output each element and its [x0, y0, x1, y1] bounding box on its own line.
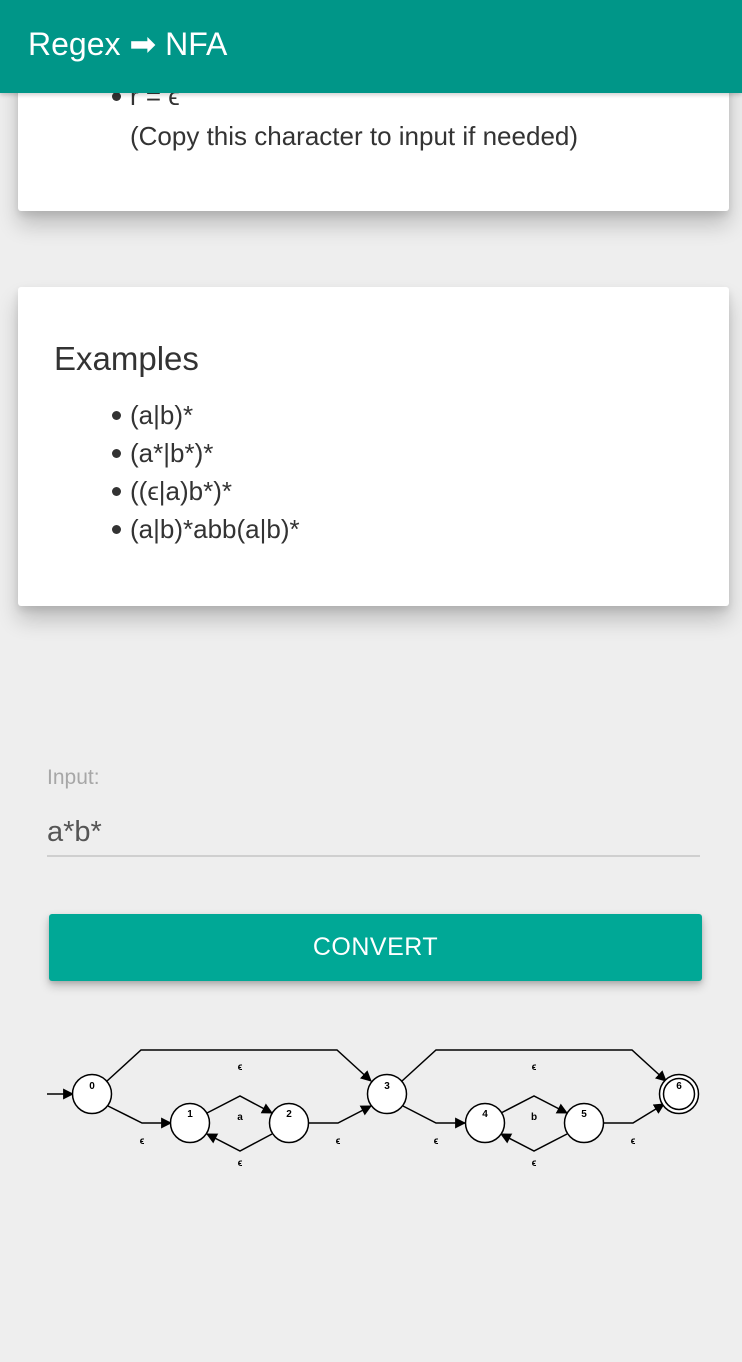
- edge-label-0-1: ϵ: [140, 1136, 145, 1147]
- state-6-accept: 6: [658, 1073, 700, 1115]
- state-2: 2: [268, 1102, 310, 1144]
- edge-label-1-2: a: [237, 1112, 243, 1123]
- edge-5-6: [603, 1103, 665, 1124]
- edge-label-4-5: b: [531, 1112, 537, 1123]
- edge-1-2: [206, 1095, 273, 1114]
- list-item: (a*|b*)*: [18, 434, 729, 472]
- state-3: 3: [366, 1073, 408, 1115]
- edge-2-3: [308, 1105, 372, 1124]
- edge-label-2-1: ϵ: [238, 1158, 243, 1169]
- regex-input[interactable]: [47, 809, 700, 857]
- examples-heading: Examples: [54, 340, 199, 377]
- bullet-icon: [112, 92, 121, 101]
- bullet-icon: [112, 449, 121, 458]
- edge-3-4: [402, 1105, 467, 1129]
- edge-2-1: [206, 1133, 273, 1152]
- bullet-icon: [112, 525, 121, 534]
- example-label: (a|b)*abb(a|b)*: [130, 514, 300, 544]
- edge-label-3-6: ϵ: [532, 1062, 537, 1073]
- input-label: Input:: [47, 766, 100, 789]
- edge-0-1: [107, 1105, 173, 1129]
- edge-label-5-6: ϵ: [631, 1136, 636, 1147]
- state-label: 0: [89, 1081, 95, 1092]
- state-label: 4: [482, 1109, 488, 1120]
- edge-5-4: [500, 1133, 568, 1152]
- state-4: 4: [464, 1102, 506, 1144]
- list-item: ((ϵ|a)b*)*: [18, 472, 729, 510]
- nfa-graph: ϵ ϵ a ϵ ϵ ϵ ϵ b ϵ ϵ 0 1 2 3 4 5 6: [47, 1049, 700, 1169]
- edge-label-5-4: ϵ: [532, 1158, 537, 1169]
- app-title: Regex ➡ NFA: [28, 26, 228, 62]
- example-label: ((ϵ|a)b*)*: [130, 476, 233, 506]
- list-item: (a|b)*: [18, 396, 729, 434]
- examples-card: Examples (a|b)* (a*|b*)* ((ϵ|a)b*)* (a|b…: [18, 287, 729, 606]
- copy-note: (Copy this character to input if needed): [130, 121, 579, 151]
- state-label: 1: [187, 1109, 193, 1120]
- convert-button[interactable]: CONVERT: [49, 914, 702, 981]
- state-5: 5: [563, 1102, 605, 1144]
- examples-list: (a|b)* (a*|b*)* ((ϵ|a)b*)* (a|b)*abb(a|b…: [18, 396, 729, 548]
- example-label: (a*|b*)*: [130, 438, 214, 468]
- bullet-icon: [112, 411, 121, 420]
- state-0: 0: [71, 1073, 113, 1115]
- state-1: 1: [169, 1102, 211, 1144]
- state-label: 2: [286, 1109, 292, 1120]
- bullet-icon: [112, 487, 121, 496]
- app-bar: Regex ➡ NFA: [0, 0, 742, 93]
- edge-label-3-4: ϵ: [434, 1136, 439, 1147]
- state-label: 3: [384, 1081, 390, 1092]
- list-item: (a|b)*abb(a|b)*: [18, 510, 729, 548]
- edge-4-5: [500, 1095, 568, 1114]
- state-label: 6: [676, 1081, 682, 1092]
- edge-label-0-3: ϵ: [238, 1062, 243, 1073]
- state-label: 5: [581, 1109, 587, 1120]
- example-label: (a|b)*: [130, 400, 194, 430]
- edge-label-2-3: ϵ: [336, 1136, 341, 1147]
